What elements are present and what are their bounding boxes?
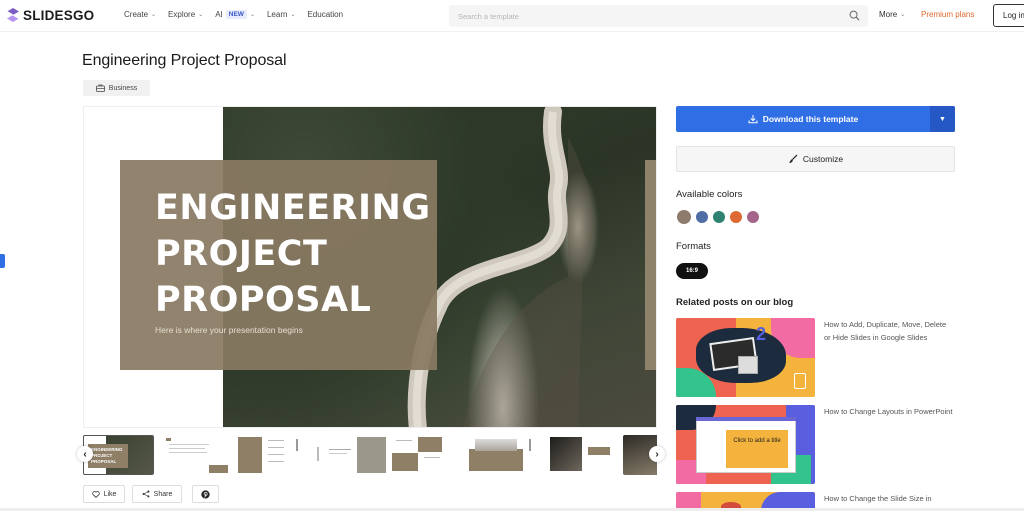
related-post-title[interactable]: How to Change the Slide Size in — [824, 492, 954, 505]
color-swatches — [677, 210, 759, 224]
download-main-action[interactable]: Download this template — [676, 106, 930, 132]
new-badge: NEW — [225, 10, 247, 19]
search-input[interactable] — [449, 5, 829, 27]
slide-title-line: PROJECT — [155, 234, 328, 274]
chevron-right-icon: › — [655, 448, 659, 460]
color-swatch[interactable] — [677, 210, 691, 224]
slide-title: ENGINEERING PROJECT PROPOSAL — [155, 185, 431, 323]
thumbnail-4[interactable] — [315, 435, 386, 475]
share-button[interactable]: Share — [132, 485, 182, 503]
slide-accent-strip — [645, 160, 656, 370]
available-colors-heading: Available colors — [676, 189, 743, 200]
nav-label: AI — [215, 10, 223, 19]
paintbrush-icon — [788, 154, 798, 163]
chevron-down-icon: ⌄ — [249, 12, 255, 18]
premium-plans-link[interactable]: Premium plans — [921, 10, 974, 19]
thumbnail-6[interactable] — [469, 435, 540, 475]
more-menu[interactable]: More ⌄ — [879, 10, 905, 19]
customize-label: Customize — [802, 154, 844, 164]
thumbnail-3[interactable] — [238, 435, 309, 475]
like-button[interactable]: Like — [83, 485, 125, 503]
nav-label: Explore — [168, 10, 196, 19]
formats-heading: Formats — [676, 241, 711, 252]
nav-label: Learn — [266, 10, 288, 19]
color-swatch[interactable] — [696, 211, 708, 223]
color-swatch[interactable] — [713, 211, 725, 223]
slide-preview[interactable]: ENGINEERING PROJECT PROPOSAL Here is whe… — [83, 106, 657, 428]
nav-item-create[interactable]: Create ⌄ — [124, 10, 156, 19]
search-icon[interactable] — [849, 10, 860, 21]
more-label: More — [879, 10, 898, 19]
nav-item-education[interactable]: Education — [307, 10, 343, 19]
slide-subtitle: Here is where your presentation begins — [155, 325, 303, 335]
share-icon — [142, 490, 150, 498]
nav-item-learn[interactable]: Learn ⌄ — [267, 10, 296, 19]
chevron-down-icon: ⌄ — [151, 12, 157, 18]
thumbnail-7[interactable] — [546, 435, 617, 475]
thumbnail-strip: ENGINEERING PROJECT PROPOSAL — [83, 435, 657, 475]
caret-down-icon: ▼ — [939, 115, 946, 123]
chevron-down-icon: ⌄ — [198, 12, 204, 18]
nav-item-ai[interactable]: AI NEW ⌄ — [215, 10, 255, 19]
share-label: Share — [153, 490, 173, 498]
search-bar — [449, 5, 868, 27]
nav-label: Education — [307, 10, 344, 19]
pinterest-icon — [201, 489, 210, 499]
chevron-down-icon: ⌄ — [900, 12, 906, 18]
side-feedback-tab[interactable] — [0, 254, 5, 268]
download-options-dropdown[interactable]: ▼ — [930, 106, 955, 132]
category-tag-label: Business — [108, 84, 138, 92]
color-swatch[interactable] — [730, 211, 742, 223]
slide-title-box: ENGINEERING PROJECT PROPOSAL Here is whe… — [120, 160, 437, 370]
main-nav: Create ⌄ Explore ⌄ AI NEW ⌄ Learn ⌄ Educ… — [124, 10, 355, 19]
related-post-title[interactable]: How to Add, Duplicate, Move, Delete or H… — [824, 318, 954, 344]
brand-logo[interactable]: SLIDESGO — [6, 7, 94, 23]
slide-title-line: ENGINEERING — [155, 188, 431, 228]
thumbnail-2[interactable] — [161, 435, 232, 475]
nav-label: Create — [124, 10, 149, 19]
format-16-9-badge[interactable]: 16:9 — [676, 263, 708, 279]
related-posts-heading: Related posts on our blog — [676, 297, 794, 308]
thumbnail-1[interactable]: ENGINEERING PROJECT PROPOSAL — [83, 435, 154, 475]
chevron-down-icon: ⌄ — [290, 12, 296, 18]
chevron-left-icon: ‹ — [83, 448, 87, 460]
related-post-image[interactable]: 2 — [676, 318, 815, 397]
heart-icon — [91, 490, 100, 498]
thumbnail-5[interactable] — [392, 435, 463, 475]
thumbnails-prev-button[interactable]: ‹ — [77, 446, 93, 462]
color-swatch[interactable] — [747, 211, 759, 223]
category-tag[interactable]: Business — [83, 80, 150, 96]
page-title: Engineering Project Proposal — [82, 52, 287, 69]
download-icon — [748, 115, 758, 124]
pinterest-button[interactable] — [192, 485, 219, 503]
thumbnails-next-button[interactable]: › — [649, 446, 665, 462]
customize-button[interactable]: Customize — [676, 146, 955, 172]
slidesgo-logo-icon — [6, 8, 20, 22]
brand-name: SLIDESGO — [23, 7, 95, 23]
like-label: Like — [103, 490, 117, 498]
top-navigation-bar: SLIDESGO Create ⌄ Explore ⌄ AI NEW ⌄ Lea… — [0, 0, 1024, 32]
briefcase-icon — [95, 84, 105, 92]
slide-title-line: PROPOSAL — [155, 280, 372, 320]
nav-item-explore[interactable]: Explore ⌄ — [168, 10, 203, 19]
download-template-button[interactable]: Download this template ▼ — [676, 106, 955, 132]
download-label: Download this template — [762, 114, 859, 124]
related-post-title[interactable]: How to Change Layouts in PowerPoint — [824, 405, 954, 418]
login-button[interactable]: Log in — [993, 4, 1024, 27]
related-post-image-caption: Click to add a title — [733, 438, 781, 444]
related-post-image[interactable]: Click to add a title — [676, 405, 815, 484]
